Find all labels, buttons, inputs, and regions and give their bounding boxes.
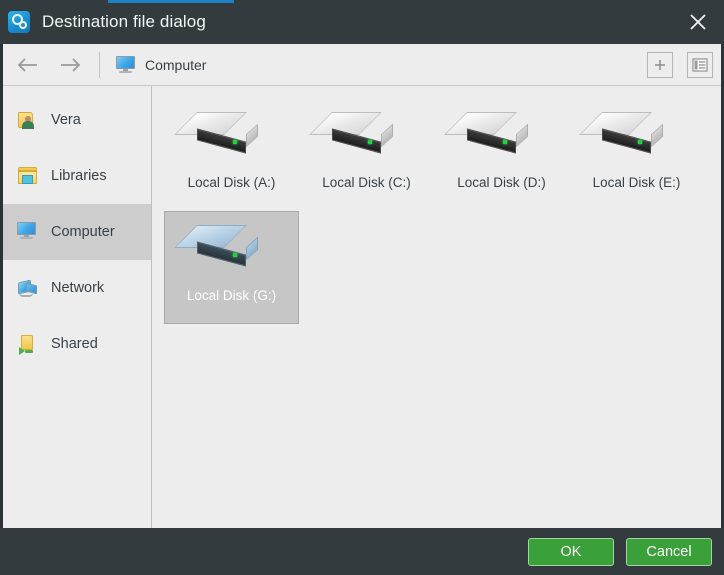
- sidebar-item-label: Computer: [51, 224, 115, 240]
- file-list-pane[interactable]: Local Disk (A:) Local Disk (C:) Local Di…: [152, 86, 721, 528]
- toolbar-right-group: [633, 44, 713, 86]
- drive-tile-a[interactable]: Local Disk (A:): [164, 98, 299, 211]
- places-sidebar: Vera Libraries Computer Network Shared: [3, 86, 152, 528]
- sidebar-item-computer[interactable]: Computer: [3, 204, 151, 260]
- dialog-body: Computer Vera Libraries Computer Network…: [0, 44, 724, 528]
- close-button[interactable]: [672, 0, 724, 44]
- destination-file-dialog-window: Destination file dialog Computer Vera Li…: [0, 0, 724, 575]
- plus-box-icon: [655, 60, 665, 70]
- sidebar-item-label: Network: [51, 280, 105, 296]
- disk-drive-icon: [443, 109, 539, 161]
- arrow-right-icon: [61, 57, 81, 72]
- toolbar-divider: [99, 51, 100, 78]
- drive-tile-d[interactable]: Local Disk (D:): [434, 98, 569, 211]
- window-title: Destination file dialog: [42, 12, 206, 31]
- arrow-left-icon: [17, 57, 37, 72]
- network-icon: [17, 278, 39, 298]
- monitor-icon: [17, 222, 39, 242]
- close-icon: [690, 14, 706, 30]
- sidebar-item-network[interactable]: Network: [3, 260, 151, 316]
- title-bar: Destination file dialog: [0, 0, 724, 44]
- navigation-toolbar: Computer: [3, 44, 721, 86]
- new-folder-button[interactable]: [647, 52, 673, 78]
- libraries-icon: [17, 166, 39, 186]
- disk-drive-icon: [173, 222, 269, 274]
- disk-drive-icon: [578, 109, 674, 161]
- edge-accent-marker: [0, 122, 3, 162]
- drive-label: Local Disk (A:): [187, 175, 276, 190]
- drive-tile-c[interactable]: Local Disk (C:): [299, 98, 434, 211]
- cancel-button[interactable]: Cancel: [626, 537, 712, 566]
- monitor-icon: [116, 56, 135, 73]
- forward-button[interactable]: [49, 44, 91, 86]
- shared-folder-icon: [17, 334, 39, 355]
- sidebar-item-vera[interactable]: Vera: [3, 92, 151, 148]
- ok-button[interactable]: OK: [528, 537, 614, 566]
- drive-label: Local Disk (G:): [186, 288, 277, 303]
- sidebar-item-libraries[interactable]: Libraries: [3, 148, 151, 204]
- breadcrumb[interactable]: Computer: [110, 53, 212, 76]
- breadcrumb-label: Computer: [145, 56, 207, 73]
- sidebar-item-shared[interactable]: Shared: [3, 316, 151, 372]
- disk-clock-icon: [8, 11, 30, 33]
- drive-tile-g[interactable]: Local Disk (G:): [164, 211, 299, 324]
- back-button[interactable]: [7, 44, 49, 86]
- drive-label: Local Disk (D:): [457, 175, 546, 190]
- disk-drive-icon: [308, 109, 404, 161]
- sidebar-item-label: Vera: [51, 112, 81, 128]
- list-view-icon: [692, 58, 708, 72]
- user-folder-icon: [17, 110, 39, 130]
- drive-label: Local Disk (C:): [322, 175, 411, 190]
- content-split: Vera Libraries Computer Network Shared L…: [3, 86, 721, 528]
- disk-drive-icon: [173, 109, 269, 161]
- drive-tile-e[interactable]: Local Disk (E:): [569, 98, 704, 211]
- sidebar-item-label: Shared: [51, 336, 98, 352]
- dialog-footer: OK Cancel: [0, 528, 724, 575]
- title-accent-line: [108, 0, 234, 3]
- drive-label: Local Disk (E:): [592, 175, 681, 190]
- view-mode-button[interactable]: [687, 52, 713, 78]
- sidebar-item-label: Libraries: [51, 168, 107, 184]
